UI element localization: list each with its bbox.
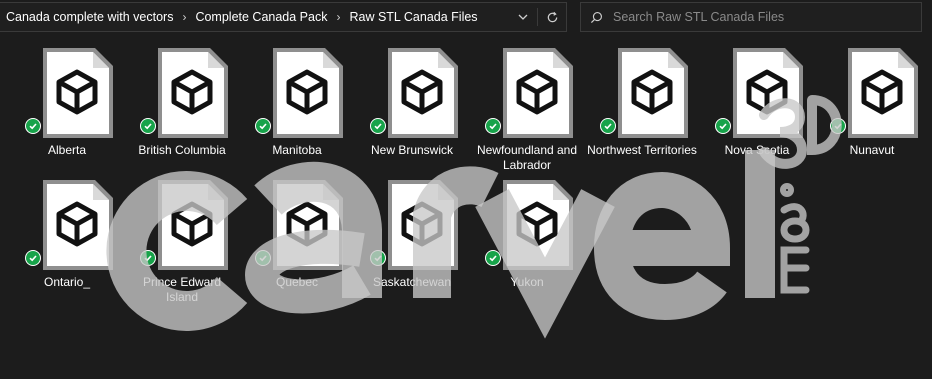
- file-item-prince-edward-island[interactable]: Prince Edward Island: [126, 180, 238, 306]
- 3d-cube-icon: [743, 68, 791, 116]
- 3d-cube-icon: [398, 68, 446, 116]
- sync-available-check-icon: [370, 250, 386, 266]
- file-item-nova-scotia[interactable]: Nova Scotia: [701, 48, 813, 174]
- sync-available-check-icon: [255, 250, 271, 266]
- file-name-label: Prince Edward Island: [142, 275, 222, 304]
- stl-file-icon: [41, 48, 113, 138]
- 3d-cube-icon: [168, 200, 216, 248]
- 3d-cube-icon: [858, 68, 906, 116]
- stl-file-icon: [501, 180, 573, 270]
- stl-file-icon: [156, 48, 228, 138]
- stl-file-icon: [386, 48, 458, 138]
- sync-available-check-icon: [485, 250, 501, 266]
- file-item-new-brunswick[interactable]: New Brunswick: [356, 48, 468, 174]
- refresh-icon: [547, 11, 557, 22]
- file-name-label: Nova Scotia: [724, 143, 790, 157]
- sync-available-check-icon: [370, 118, 386, 134]
- sync-available-check-icon: [255, 118, 271, 134]
- chevron-down-icon: [518, 14, 528, 20]
- address-dropdown-button[interactable]: [509, 3, 537, 31]
- file-item-nunavut[interactable]: Nunavut: [816, 48, 928, 174]
- file-name-label: Nunavut: [849, 143, 895, 157]
- refresh-button[interactable]: [538, 3, 566, 31]
- file-item-ontario[interactable]: Ontario_: [11, 180, 123, 306]
- sync-available-check-icon: [715, 118, 731, 134]
- sync-available-check-icon: [600, 118, 616, 134]
- file-item-yukon[interactable]: Yukon: [471, 180, 583, 306]
- file-name-label: Saskatchewan: [372, 275, 452, 289]
- stl-file-icon: [731, 48, 803, 138]
- stl-file-icon: [616, 48, 688, 138]
- breadcrumb-item-raw-stl-files[interactable]: Raw STL Canada Files: [346, 10, 480, 24]
- file-name-label: Northwest Territories: [587, 143, 697, 157]
- file-name-label: Newfoundland and Labrador: [476, 143, 578, 172]
- sync-available-check-icon: [25, 250, 41, 266]
- sync-available-check-icon: [140, 250, 156, 266]
- sync-available-check-icon: [485, 118, 501, 134]
- stl-file-icon: [501, 48, 573, 138]
- file-item-newfoundland-and-labrador[interactable]: Newfoundland and Labrador: [471, 48, 583, 174]
- file-explorer-window: Canada complete with vectors › Complete …: [0, 0, 932, 379]
- sync-available-check-icon: [140, 118, 156, 134]
- file-name-label: Yukon: [510, 275, 544, 289]
- search-box[interactable]: [580, 2, 922, 32]
- 3d-cube-icon: [53, 200, 101, 248]
- stl-file-icon: [156, 180, 228, 270]
- file-item-alberta[interactable]: Alberta: [11, 48, 123, 174]
- breadcrumb-item-canada-complete[interactable]: Canada complete with vectors: [3, 10, 176, 24]
- breadcrumb-separator-icon[interactable]: ›: [330, 10, 346, 24]
- file-name-label: Alberta: [47, 143, 87, 157]
- 3d-cube-icon: [283, 68, 331, 116]
- search-input[interactable]: [611, 9, 921, 25]
- stl-file-icon: [271, 48, 343, 138]
- 3d-cube-icon: [168, 68, 216, 116]
- file-name-label: Quebec: [275, 275, 319, 289]
- stl-file-icon: [386, 180, 458, 270]
- 3d-cube-icon: [398, 200, 446, 248]
- sync-available-check-icon: [830, 118, 846, 134]
- stl-file-icon: [41, 180, 113, 270]
- sync-available-check-icon: [25, 118, 41, 134]
- breadcrumb: Canada complete with vectors › Complete …: [0, 3, 509, 31]
- file-item-quebec[interactable]: Quebec: [241, 180, 353, 306]
- search-icon: [581, 11, 611, 24]
- breadcrumb-item-complete-canada-pack[interactable]: Complete Canada Pack: [192, 10, 330, 24]
- file-item-saskatchewan[interactable]: Saskatchewan: [356, 180, 468, 306]
- stl-file-icon: [846, 48, 918, 138]
- breadcrumb-separator-icon[interactable]: ›: [176, 10, 192, 24]
- stl-file-icon: [271, 180, 343, 270]
- 3d-cube-icon: [513, 200, 561, 248]
- file-name-label: Ontario_: [43, 275, 91, 289]
- file-item-manitoba[interactable]: Manitoba: [241, 48, 353, 174]
- file-name-label: British Columbia: [138, 143, 226, 157]
- file-item-british-columbia[interactable]: British Columbia: [126, 48, 238, 174]
- 3d-cube-icon: [283, 200, 331, 248]
- address-bar[interactable]: Canada complete with vectors › Complete …: [0, 2, 567, 32]
- 3d-cube-icon: [628, 68, 676, 116]
- file-item-northwest-territories[interactable]: Northwest Territories: [586, 48, 698, 174]
- file-name-label: New Brunswick: [370, 143, 454, 157]
- 3d-cube-icon: [53, 68, 101, 116]
- 3d-cube-icon: [513, 68, 561, 116]
- file-name-label: Manitoba: [272, 143, 322, 157]
